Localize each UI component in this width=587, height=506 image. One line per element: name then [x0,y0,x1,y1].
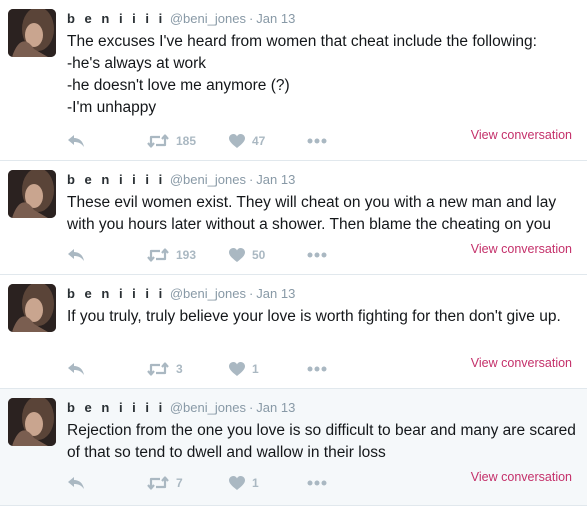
reply-icon [67,248,85,262]
timestamp[interactable]: Jan 13 [256,400,295,415]
avatar[interactable] [8,170,56,218]
username[interactable]: @beni_jones [170,400,246,415]
more-icon [307,366,327,372]
retweet-button[interactable]: 193 [147,245,196,265]
retweet-count: 185 [176,134,197,148]
heart-icon [229,362,245,376]
tweet-text: If you truly, truly believe your love is… [67,308,561,325]
retweet-button[interactable]: 185 [147,131,196,151]
like-button[interactable]: 1 [229,473,259,493]
like-count: 47 [252,134,266,148]
retweet-icon [147,476,169,490]
timeline: b e n i i i i @beni_jones · Jan 13 The exc… [0,0,587,506]
like-button[interactable]: 47 [229,131,265,151]
retweet-button[interactable]: 3 [147,359,183,379]
reply-button[interactable] [67,245,85,265]
like-count: 1 [252,362,259,376]
tweet-text: The excuses I've heard from women that c… [67,33,537,116]
display-name[interactable]: b e n i i i i [67,400,165,415]
timestamp[interactable]: Jan 13 [256,286,295,301]
separator: · [248,400,254,415]
avatar[interactable] [8,9,56,57]
tweet-header: b e n i i i i @beni_jones · Jan 13 [67,171,295,189]
username[interactable]: @beni_jones [170,172,246,187]
more-button[interactable] [307,245,327,265]
reply-icon [67,476,85,490]
retweet-count: 3 [176,362,183,376]
retweet-count: 7 [176,476,183,490]
tweet[interactable]: b e n i i i i @beni_jones · Jan 13 These e… [0,161,587,275]
tweet-header: b e n i i i i @beni_jones · Jan 13 [67,10,295,28]
view-conversation-link[interactable]: View conversation [471,356,572,370]
retweet-icon [147,362,169,376]
retweet-button[interactable]: 7 [147,473,183,493]
username[interactable]: @beni_jones [170,11,246,26]
separator: · [248,286,254,301]
display-name[interactable]: b e n i i i i [67,172,165,187]
timestamp[interactable]: Jan 13 [256,11,295,26]
avatar[interactable] [8,398,56,446]
reply-button[interactable] [67,473,85,493]
tweet-header: b e n i i i i @beni_jones · Jan 13 [67,399,295,417]
separator: · [248,11,254,26]
heart-icon [229,476,245,490]
username[interactable]: @beni_jones [170,286,246,301]
reply-icon [67,134,85,148]
tweet-text: Rejection from the one you love is so di… [67,422,576,461]
heart-icon [229,248,245,262]
timestamp[interactable]: Jan 13 [256,172,295,187]
retweet-icon [147,248,169,262]
tweet[interactable]: b e n i i i i @beni_jones · Jan 13 If you … [0,275,587,389]
like-count: 1 [252,476,259,490]
display-name[interactable]: b e n i i i i [67,286,165,301]
view-conversation-link[interactable]: View conversation [471,242,572,256]
reply-button[interactable] [67,359,85,379]
heart-icon [229,134,245,148]
like-button[interactable]: 50 [229,245,265,265]
view-conversation-link[interactable]: View conversation [471,128,572,142]
like-count: 50 [252,248,266,262]
more-icon [307,252,327,258]
reply-button[interactable] [67,131,85,151]
more-icon [307,138,327,144]
tweet-text: These evil women exist. They will cheat … [67,194,557,233]
view-conversation-link[interactable]: View conversation [471,470,572,484]
like-button[interactable]: 1 [229,359,259,379]
avatar[interactable] [8,284,56,332]
more-button[interactable] [307,131,327,151]
reply-icon [67,362,85,376]
separator: · [248,172,254,187]
display-name[interactable]: b e n i i i i [67,11,165,26]
more-button[interactable] [307,473,327,493]
more-icon [307,480,327,486]
retweet-icon [147,134,169,148]
tweet[interactable]: b e n i i i i @beni_jones · Jan 13 The exc… [0,0,587,161]
tweet[interactable]: b e n i i i i @beni_jones · Jan 13 Rejecti… [0,389,587,506]
tweet-header: b e n i i i i @beni_jones · Jan 13 [67,285,295,303]
retweet-count: 193 [176,248,197,262]
more-button[interactable] [307,359,327,379]
